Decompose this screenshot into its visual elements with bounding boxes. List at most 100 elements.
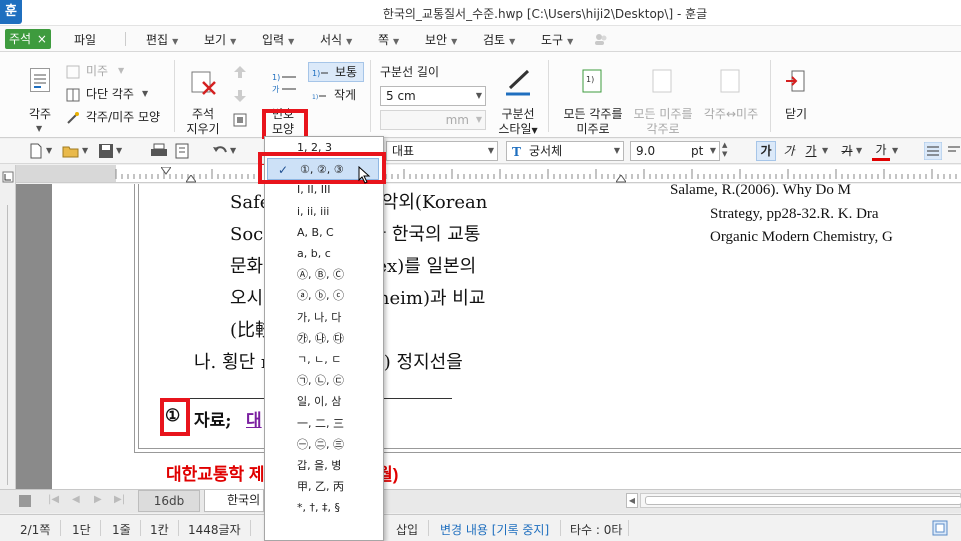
reference-line-3: Organic Modern Chemistry, G — [710, 229, 893, 245]
tab-current-document[interactable]: 한국의_ — [204, 490, 264, 527]
tab-list-icon[interactable] — [18, 494, 32, 508]
chevron-down-icon[interactable]: ▼ — [46, 146, 52, 155]
menu-insert[interactable]: 입력 ▼ — [262, 31, 294, 48]
reference-line-1: Salame, R.(2006). Why Do M — [670, 184, 851, 198]
next-tab-icon[interactable]: ▶ — [94, 494, 102, 505]
menu-file[interactable]: 파일 — [74, 31, 96, 48]
endnotes-to-footnotes-button: 모든 미주를 각주로 — [630, 64, 696, 136]
bold-button[interactable]: 가 — [756, 141, 776, 161]
chevron-down-icon[interactable]: ▼ — [892, 146, 898, 155]
en-to-fn-label-2: 각주로 — [646, 122, 680, 136]
footnote-shape-button[interactable]: 각주/미주 모양 — [66, 110, 166, 128]
horizontal-scrollbar[interactable] — [640, 493, 961, 508]
number-shape-option-4[interactable]: i, ii, iii — [265, 201, 383, 223]
highlight-footnote-number — [160, 398, 190, 436]
menu-tools[interactable]: 도구 ▼ — [541, 31, 573, 48]
status-insert-mode[interactable]: 삽입 — [396, 521, 418, 538]
chevron-down-icon[interactable]: ▼ — [822, 146, 828, 155]
underline-button[interactable]: 가 — [802, 141, 820, 161]
status-page[interactable]: 2/1쪽 — [20, 521, 50, 538]
indent-marker-icon — [186, 175, 196, 183]
align-left-icon[interactable] — [946, 142, 961, 160]
number-shape-option-5[interactable]: A, B, C — [265, 222, 383, 244]
chevron-down-icon: ▼ — [118, 66, 125, 75]
close-icon[interactable]: × — [37, 32, 47, 46]
multi-column-footnote-button[interactable]: 다단 각주 ▼ — [66, 87, 166, 105]
chevron-down-icon[interactable]: ▼ — [230, 146, 236, 155]
scroll-left-icon[interactable]: ◀ — [626, 493, 638, 508]
menu-page[interactable]: 쪽 ▼ — [378, 31, 399, 48]
align-justify-icon[interactable] — [924, 142, 942, 160]
memo-tab-label: 주석 — [9, 32, 32, 46]
chevron-down-icon[interactable]: ▼ — [82, 146, 88, 155]
number-shape-option-12[interactable]: ㉠, ㉡, ㉢ — [265, 370, 383, 392]
style-value: 대표 — [392, 144, 415, 158]
number-shape-option-16[interactable]: 갑, 을, 병 — [265, 455, 383, 477]
endnote-icon — [66, 65, 80, 79]
font-combo[interactable]: T 궁서체 ▼ — [506, 141, 624, 161]
horizontal-ruler[interactable] — [16, 165, 961, 183]
strikethrough-button[interactable]: 가 — [838, 141, 856, 161]
convert-endnote-icon — [652, 69, 672, 93]
new-document-icon[interactable] — [28, 143, 44, 159]
ribbon-divider — [370, 60, 371, 132]
italic-button[interactable]: 가 — [780, 141, 798, 161]
number-shape-option-label: 갑, 을, 병 — [297, 459, 342, 472]
view-mode-icon[interactable] — [932, 520, 948, 536]
memo-context-tab[interactable]: 주석 × — [5, 29, 51, 49]
number-shape-option-8[interactable]: ⓐ, ⓑ, ⓒ — [265, 285, 383, 307]
number-shape-option-15[interactable]: ㊀, ㊁, ㊂ — [265, 434, 383, 456]
first-tab-icon[interactable]: |◀ — [48, 494, 59, 505]
small-size-button[interactable]: 1) 작게 — [308, 86, 364, 106]
footnote-source-text[interactable]: 대 — [246, 406, 262, 431]
number-shape-option-11[interactable]: ㄱ, ㄴ, ㄷ — [265, 349, 383, 371]
chevron-down-icon[interactable]: ▼ — [856, 146, 862, 155]
close-ribbon-button[interactable]: 닫기 — [778, 64, 814, 134]
chevron-down-icon: ▼ — [288, 37, 295, 46]
font-size-combo[interactable]: 9.0 pt ▼ — [630, 141, 720, 161]
number-shape-option-label: ㉠, ㉡, ㉢ — [297, 374, 344, 388]
delete-notes-button[interactable]: 주석 지우기 — [180, 64, 226, 136]
close-ribbon-label: 닫기 — [784, 107, 808, 121]
menu-view[interactable]: 보기 ▼ — [204, 31, 236, 48]
print-icon[interactable] — [150, 143, 168, 159]
number-shape-option-18[interactable]: *, †, ‡, § — [265, 497, 383, 519]
style-combo[interactable]: 대표 ▼ — [386, 141, 498, 161]
prev-tab-icon[interactable]: ◀ — [72, 494, 80, 505]
open-folder-icon[interactable] — [62, 143, 80, 159]
number-shape-option-17[interactable]: 甲, 乙, 丙 — [265, 476, 383, 498]
number-shape-option-13[interactable]: 일, 이, 삼 — [265, 391, 383, 413]
footnote-button[interactable]: 각주 ▼ — [22, 64, 58, 134]
menu-review[interactable]: 검토 ▼ — [483, 31, 515, 48]
chevron-down-icon: ▼ — [509, 37, 516, 46]
document-viewport[interactable]: Safe y)과 내한교통악외(Korean Soc sportation)가 … — [16, 184, 961, 489]
chevron-down-icon: ▼ — [567, 37, 574, 46]
undo-icon[interactable] — [212, 143, 228, 159]
document-page[interactable]: Safe y)과 내한교통악외(Korean Soc sportation)가 … — [52, 184, 961, 489]
separator-style-label-2: 스타일 — [498, 122, 532, 136]
last-tab-icon[interactable]: ▶| — [114, 494, 125, 505]
number-shape-option-7[interactable]: Ⓐ, Ⓑ, Ⓒ — [265, 264, 383, 286]
font-size-spinner[interactable]: ▲ ▼ — [722, 141, 734, 161]
number-shape-option-6[interactable]: a, b, c — [265, 243, 383, 265]
menu-edit[interactable]: 편집 ▼ — [146, 31, 178, 48]
font-type-icon: T — [512, 145, 521, 158]
print-preview-icon[interactable] — [174, 143, 190, 159]
separator-style-button[interactable]: 구분선 스타일▼ — [496, 64, 540, 136]
separator-length-combo[interactable]: 5 cm ▼ — [380, 86, 486, 106]
footnotes-to-endnotes-button[interactable]: 1) 모든 각주를 미주로 — [560, 64, 626, 136]
chevron-down-icon[interactable]: ▼ — [116, 146, 122, 155]
font-color-button[interactable]: 가 — [872, 141, 890, 161]
save-icon[interactable] — [98, 143, 114, 159]
tab-16db[interactable]: 16db — [138, 490, 200, 512]
number-shape-option-14[interactable]: 一, 二, 三 — [265, 413, 383, 435]
horizontal-scroll-thumb[interactable] — [645, 496, 961, 505]
swap-notes-button: 각주↔미주 — [700, 64, 762, 134]
number-shape-option-label: ⓐ, ⓑ, ⓒ — [297, 289, 344, 303]
status-track-changes[interactable]: 변경 내용 [기록 중지] — [440, 521, 549, 538]
normal-size-button[interactable]: 1) 보통 — [308, 62, 364, 82]
menu-security[interactable]: 보안 ▼ — [425, 31, 457, 48]
menu-format[interactable]: 서식 ▼ — [320, 31, 352, 48]
number-shape-option-9[interactable]: 가, 나, 다 — [265, 307, 383, 329]
number-shape-option-10[interactable]: ㉮, ㉯, ㉰ — [265, 328, 383, 350]
